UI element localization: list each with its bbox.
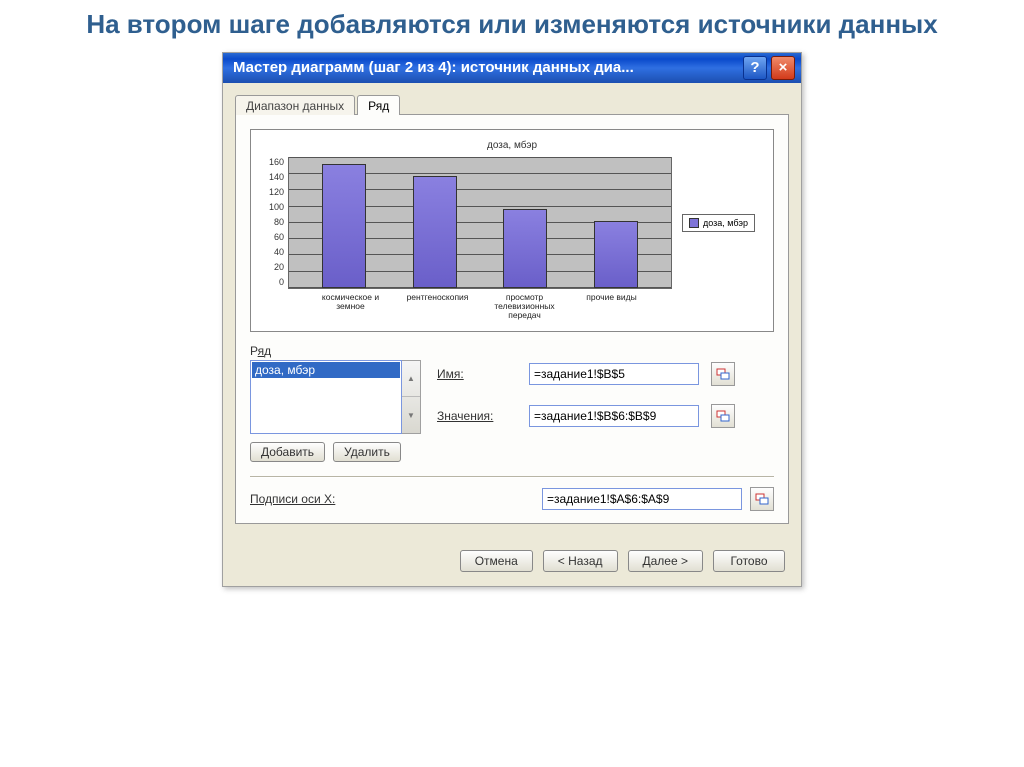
values-ref-button[interactable] xyxy=(711,404,735,428)
name-input[interactable] xyxy=(529,363,699,385)
range-selector-icon xyxy=(716,368,730,380)
chart-bar xyxy=(503,209,547,288)
close-button[interactable]: × xyxy=(771,56,795,80)
window-title: Мастер диаграмм (шаг 2 из 4): источник д… xyxy=(233,59,739,76)
titlebar[interactable]: Мастер диаграмм (шаг 2 из 4): источник д… xyxy=(223,53,801,83)
add-series-button[interactable]: Добавить xyxy=(250,442,325,462)
tab-data-range[interactable]: Диапазон данных xyxy=(235,95,355,115)
separator xyxy=(250,476,774,477)
next-button[interactable]: Далее > xyxy=(628,550,704,572)
series-list-item[interactable]: доза, мбэр xyxy=(252,362,400,378)
chart-x-labels: космическое и земноерентгеноскопияпросмо… xyxy=(297,293,665,321)
scroll-down-icon[interactable]: ▼ xyxy=(402,397,420,433)
legend-swatch-icon xyxy=(689,218,699,228)
xaxis-label: Подписи оси X: xyxy=(250,492,370,506)
chart-plot-area xyxy=(288,157,672,289)
chart-title: доза, мбэр xyxy=(269,140,755,151)
chart-bar xyxy=(594,221,638,288)
page-heading: На втором шаге добавляются или изменяютс… xyxy=(0,0,1024,46)
tab-strip: Диапазон данных Ряд xyxy=(235,91,789,115)
name-label: Имя: xyxy=(437,367,517,381)
tab-content-series: доза, мбэр 020406080100120140160 доза, м… xyxy=(235,114,789,524)
range-selector-icon xyxy=(755,493,769,505)
dialog-body: Диапазон данных Ряд доза, мбэр 020406080… xyxy=(223,83,801,536)
name-ref-button[interactable] xyxy=(711,362,735,386)
range-selector-icon xyxy=(716,410,730,422)
chart-bar xyxy=(322,164,366,288)
back-button[interactable]: < Назад xyxy=(543,550,618,572)
help-button[interactable]: ? xyxy=(743,56,767,80)
series-label: Ряд xyxy=(250,344,774,358)
series-listbox[interactable]: доза, мбэр xyxy=(250,360,402,434)
tab-series[interactable]: Ряд xyxy=(357,95,400,115)
remove-series-button[interactable]: Удалить xyxy=(333,442,401,462)
chart-y-axis: 020406080100120140160 xyxy=(269,157,288,287)
xaxis-input[interactable] xyxy=(542,488,742,510)
cancel-button[interactable]: Отмена xyxy=(460,550,533,572)
xaxis-ref-button[interactable] xyxy=(750,487,774,511)
scroll-up-icon[interactable]: ▲ xyxy=(402,361,420,398)
chart-bar xyxy=(413,176,457,288)
wizard-button-bar: Отмена < Назад Далее > Готово xyxy=(223,536,801,586)
values-input[interactable] xyxy=(529,405,699,427)
legend-label: доза, мбэр xyxy=(703,218,748,228)
finish-button[interactable]: Готово xyxy=(713,550,785,572)
values-label: Значения: xyxy=(437,409,517,423)
series-section: Ряд доза, мбэр ▲ ▼ xyxy=(250,344,774,511)
chart-preview: доза, мбэр 020406080100120140160 доза, м… xyxy=(250,129,774,332)
wizard-dialog: Мастер диаграмм (шаг 2 из 4): источник д… xyxy=(222,52,802,587)
chart-legend: доза, мбэр xyxy=(682,214,755,232)
series-scrollbar[interactable]: ▲ ▼ xyxy=(402,360,421,434)
